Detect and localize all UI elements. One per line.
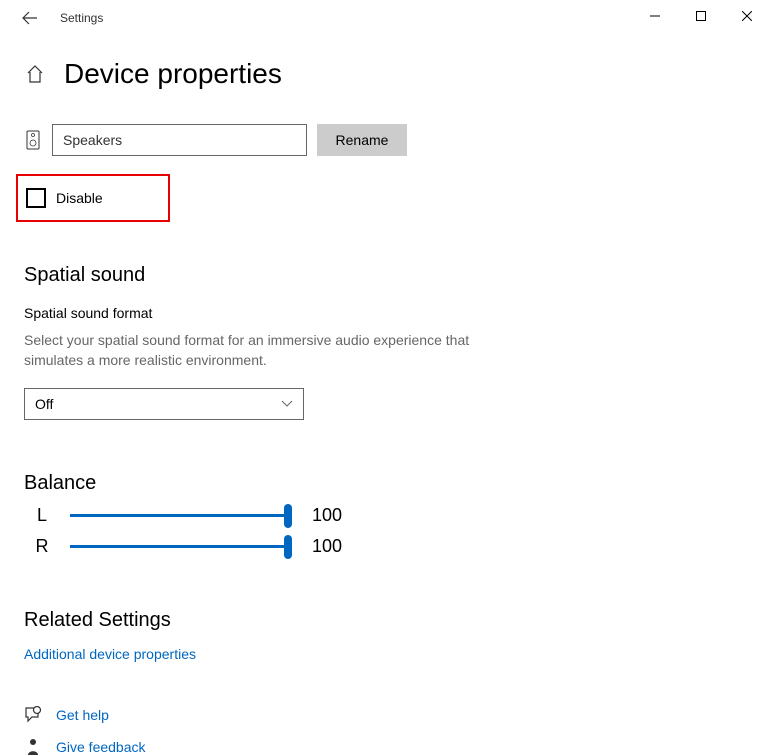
balance-left-value: 100: [312, 505, 342, 526]
get-help-row: Get help: [24, 706, 746, 724]
maximize-icon: [696, 11, 706, 21]
feedback-row: Give feedback: [24, 738, 746, 756]
balance-right-row: R 100: [24, 536, 746, 557]
balance-right-slider[interactable]: [70, 545, 288, 548]
close-button[interactable]: [724, 0, 770, 32]
titlebar-title: Settings: [60, 11, 103, 25]
balance-left-row: L 100: [24, 505, 746, 526]
spatial-description: Select your spatial sound format for an …: [24, 331, 504, 370]
minimize-button[interactable]: [632, 0, 678, 32]
related-settings-title: Related Settings: [24, 609, 746, 632]
back-arrow-icon: [22, 10, 38, 26]
give-feedback-link[interactable]: Give feedback: [56, 739, 146, 755]
spatial-format-value: Off: [35, 396, 53, 412]
disable-label: Disable: [56, 190, 103, 206]
minimize-icon: [650, 11, 660, 21]
spatial-format-label: Spatial sound format: [24, 305, 746, 321]
chat-icon: [24, 706, 42, 724]
feedback-icon: [24, 738, 42, 756]
device-name-input[interactable]: [52, 124, 307, 156]
content: Rename Disable Spatial sound Spatial sou…: [0, 100, 770, 756]
rename-button[interactable]: Rename: [317, 124, 407, 156]
disable-row: Disable: [16, 174, 170, 222]
window-controls: [632, 0, 770, 32]
get-help-link[interactable]: Get help: [56, 707, 109, 723]
chevron-down-icon: [281, 398, 293, 410]
slider-thumb[interactable]: [284, 535, 292, 559]
balance-left-label: L: [24, 505, 60, 526]
spatial-sound-title: Spatial sound: [24, 264, 746, 287]
help-section: Get help Give feedback: [24, 706, 746, 756]
home-icon[interactable]: [24, 63, 46, 85]
additional-properties-link[interactable]: Additional device properties: [24, 646, 746, 662]
spatial-format-select[interactable]: Off: [24, 388, 304, 420]
page-title: Device properties: [64, 58, 282, 90]
balance-title: Balance: [24, 472, 746, 495]
back-button[interactable]: [16, 4, 44, 32]
slider-thumb[interactable]: [284, 504, 292, 528]
balance-right-label: R: [24, 536, 60, 557]
device-name-row: Rename: [24, 124, 746, 156]
disable-checkbox[interactable]: [26, 188, 46, 208]
page-header: Device properties: [0, 36, 770, 100]
speaker-icon: [24, 128, 42, 152]
balance-left-slider[interactable]: [70, 514, 288, 517]
balance-right-value: 100: [312, 536, 342, 557]
maximize-button[interactable]: [678, 0, 724, 32]
close-icon: [742, 11, 752, 21]
